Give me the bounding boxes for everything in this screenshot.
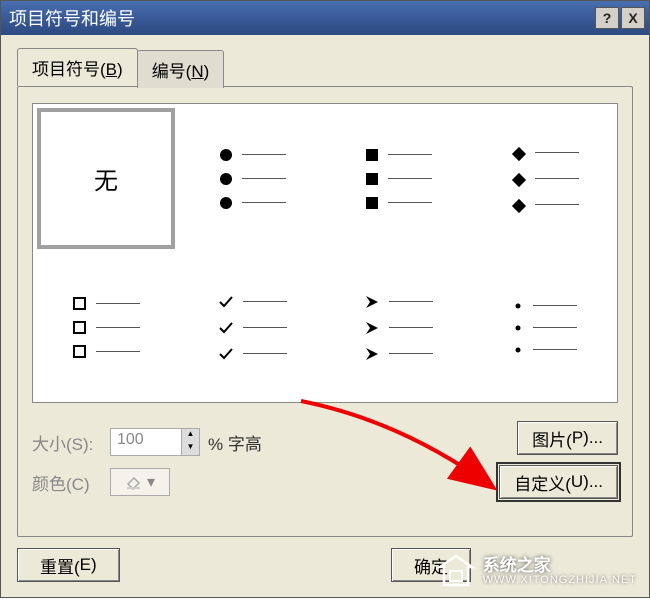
titlebar: 项目符号和编号 ? X <box>1 1 649 35</box>
bullet-option-none[interactable]: 无 <box>33 104 179 253</box>
bullet-option-square[interactable] <box>325 104 471 253</box>
bullet-gallery: 无 <box>32 103 618 403</box>
ok-button[interactable]: 确定 <box>391 548 471 582</box>
bullet-option-check[interactable] <box>179 253 325 402</box>
bullet-option-disc[interactable] <box>179 104 325 253</box>
dropdown-icon: ▾ <box>147 472 155 492</box>
tab-strip: 项目符号(B) 编号(N) <box>17 47 649 85</box>
tab-bullets[interactable]: 项目符号(B) <box>17 48 138 86</box>
spin-up-icon[interactable]: ▲ <box>181 429 199 442</box>
bullet-option-arrow[interactable] <box>325 253 471 402</box>
bullet-option-hollow-square[interactable] <box>33 253 179 402</box>
picture-button[interactable]: 图片(P)... <box>517 421 618 455</box>
paint-bucket-icon <box>125 474 143 490</box>
dialog-window: 项目符号和编号 ? X 项目符号(B) 编号(N) 无 <box>0 0 650 598</box>
tab-numbering[interactable]: 编号(N) <box>137 50 225 88</box>
close-button[interactable]: X <box>621 7 645 29</box>
size-unit: % 字高 <box>208 430 262 455</box>
customize-button[interactable]: 自定义(U)... <box>499 465 618 499</box>
window-title: 项目符号和编号 <box>9 5 593 31</box>
size-label: 大小(S): <box>32 430 102 455</box>
size-spinner[interactable]: 100 ▲▼ <box>110 428 200 456</box>
spin-down-icon[interactable]: ▼ <box>181 442 199 455</box>
help-button[interactable]: ? <box>595 7 619 29</box>
tab-panel: 无 <box>17 86 633 537</box>
size-value: 100 <box>111 429 181 455</box>
controls-area: 大小(S): 100 ▲▼ % 字高 图片(P)... 颜色(C) ▾ <box>32 417 618 526</box>
dialog-footer: 重置(E) 确定 <box>17 545 633 585</box>
reset-button[interactable]: 重置(E) <box>17 548 120 582</box>
bullet-option-diamond[interactable] <box>471 104 617 253</box>
bullet-option-dot[interactable] <box>471 253 617 402</box>
color-picker[interactable]: ▾ <box>110 468 170 496</box>
color-label: 颜色(C) <box>32 470 102 495</box>
